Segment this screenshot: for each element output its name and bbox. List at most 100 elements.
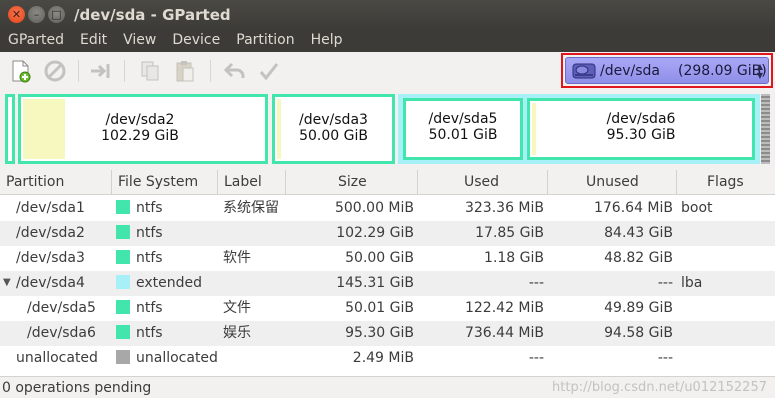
menu-help[interactable]: Help [303, 30, 351, 52]
partition-size: 102.29 GiB [101, 128, 179, 144]
partition-size: 50.01 GiB [428, 127, 498, 143]
status-bar: 0 operations pending http://blog.csdn.ne… [0, 376, 775, 398]
watermark-text: http://blog.csdn.net/u012152257 [552, 380, 767, 395]
table-row[interactable]: /dev/sda1 ntfs 系统保留 500.00 MiB 323.36 Mi… [0, 196, 775, 221]
table-row[interactable]: ▼ /dev/sda4 extended 145.31 GiB --- --- … [0, 271, 775, 296]
paste-button[interactable] [172, 58, 198, 84]
menu-gparted[interactable]: GParted [0, 30, 72, 52]
apply-button[interactable] [256, 58, 282, 84]
diskmap-sda1[interactable] [5, 94, 15, 164]
close-window-button[interactable]: ✕ [8, 6, 25, 23]
filesystem-text: extended [136, 275, 203, 291]
filesystem-text: ntfs [136, 225, 163, 241]
size-cell: 2.49 MiB [352, 350, 414, 366]
device-combobox[interactable]: /dev/sda (298.09 GiB) ▲ ▼ [565, 57, 769, 84]
delete-partition-button[interactable] [42, 58, 68, 84]
new-partition-button[interactable] [8, 58, 34, 84]
table-row[interactable]: /dev/sda6 ntfs 娱乐 95.30 GiB 736.44 MiB 9… [0, 321, 775, 346]
filesystem-cell: ntfs [116, 196, 163, 221]
delete-partition-icon [44, 60, 66, 82]
filesystem-cell: unallocated [116, 346, 218, 371]
device-size: (298.09 GiB) [677, 62, 767, 79]
minimize-window-button[interactable]: – [28, 6, 45, 23]
expander-triangle-icon[interactable]: ▼ [3, 271, 11, 295]
table-row[interactable]: /dev/sda3 ntfs 软件 50.00 GiB 1.18 GiB 48.… [0, 246, 775, 271]
filesystem-text: ntfs [136, 250, 163, 266]
chevron-up-down-icon: ▲ ▼ [756, 62, 763, 80]
diskmap-sda2[interactable]: /dev/sda2 102.29 GiB [18, 94, 268, 164]
diskmap-sda3[interactable]: /dev/sda3 50.00 GiB [272, 94, 395, 164]
used-cell: 122.42 MiB [464, 300, 544, 316]
header-flags[interactable]: Flags [677, 170, 775, 195]
filesystem-cell: ntfs [116, 321, 163, 346]
flags-cell: boot [681, 200, 713, 216]
partition-cell: unallocated [16, 350, 98, 366]
unused-cell: 94.58 GiB [604, 325, 673, 341]
header-used[interactable]: Used [418, 170, 548, 195]
unused-cell: --- [657, 350, 673, 366]
undo-button[interactable] [222, 58, 248, 84]
partition-name: /dev/sda6 [606, 111, 676, 127]
table-row[interactable]: /dev/sda5 ntfs 文件 50.01 GiB 122.42 MiB 4… [0, 296, 775, 321]
partition-size: 50.00 GiB [299, 128, 368, 144]
unused-cell: --- [657, 275, 673, 291]
size-cell: 145.31 GiB [336, 275, 414, 291]
filesystem-text: ntfs [136, 325, 163, 341]
label-cell: 娱乐 [223, 325, 251, 341]
filesystem-text: ntfs [136, 300, 163, 316]
used-cell: 736.44 MiB [464, 325, 544, 341]
size-cell: 500.00 MiB [334, 200, 414, 216]
menu-bar: GParted Edit View Device Partition Help [0, 30, 775, 52]
partition-size: 95.30 GiB [606, 127, 676, 143]
table-row[interactable]: unallocated unallocated 2.49 MiB --- --- [0, 346, 775, 371]
partition-cell: /dev/sda4 [16, 275, 85, 291]
title-bar: ✕ – □ /dev/sda - GParted [0, 0, 775, 30]
header-label[interactable]: Label [218, 170, 286, 195]
header-partition[interactable]: Partition [0, 170, 112, 195]
ntfs-swatch [116, 225, 130, 239]
filesystem-cell: ntfs [116, 296, 163, 321]
unused-cell: 84.43 GiB [604, 225, 673, 241]
partition-cell: /dev/sda3 [16, 250, 85, 266]
used-cell: --- [528, 350, 544, 366]
header-file-system[interactable]: File System [112, 170, 218, 195]
operations-pending-text: 0 operations pending [2, 380, 152, 396]
size-cell: 95.30 GiB [345, 325, 414, 341]
menu-view[interactable]: View [115, 30, 164, 52]
header-size[interactable]: Size [286, 170, 418, 195]
device-selector[interactable]: /dev/sda (298.09 GiB) ▲ ▼ [561, 53, 773, 88]
device-name: /dev/sda [600, 62, 660, 79]
diskmap-sda6[interactable]: /dev/sda6 95.30 GiB [527, 98, 755, 160]
menu-edit[interactable]: Edit [72, 30, 115, 52]
diskmap-unallocated[interactable] [761, 94, 770, 164]
extended-swatch [116, 275, 130, 289]
table-row[interactable]: /dev/sda2 ntfs 102.29 GiB 17.85 GiB 84.4… [0, 221, 775, 246]
filesystem-cell: extended [116, 271, 202, 296]
size-cell: 50.00 GiB [345, 250, 414, 266]
filesystem-cell: ntfs [116, 246, 163, 271]
ntfs-swatch [116, 300, 130, 314]
filesystem-cell: ntfs [116, 221, 163, 246]
resize-move-button[interactable] [88, 58, 114, 84]
filesystem-text: unallocated [136, 350, 218, 366]
new-partition-icon [12, 60, 31, 83]
size-cell: 102.29 GiB [336, 225, 414, 241]
diskmap-sda4-extended[interactable]: /dev/sda5 50.01 GiB /dev/sda6 95.30 GiB [398, 94, 760, 164]
label-cell: 软件 [223, 250, 251, 266]
header-unused[interactable]: Unused [548, 170, 677, 195]
table-header: Partition File System Label Size Used Un… [0, 170, 775, 195]
copy-button[interactable] [137, 58, 163, 84]
menu-partition[interactable]: Partition [228, 30, 302, 52]
hard-disk-icon [572, 63, 596, 78]
used-cell: --- [528, 275, 544, 291]
diskmap-sda5[interactable]: /dev/sda5 50.01 GiB [403, 98, 523, 160]
copy-icon [141, 61, 159, 81]
menu-device[interactable]: Device [164, 30, 228, 52]
maximize-window-button[interactable]: □ [48, 6, 65, 23]
ntfs-swatch [116, 325, 130, 339]
toolbar-separator [78, 60, 79, 82]
partition-cell: /dev/sda1 [16, 200, 85, 216]
unallocated-swatch [116, 350, 130, 364]
partition-name: /dev/sda3 [299, 112, 368, 128]
unused-cell: 49.89 GiB [604, 300, 673, 316]
